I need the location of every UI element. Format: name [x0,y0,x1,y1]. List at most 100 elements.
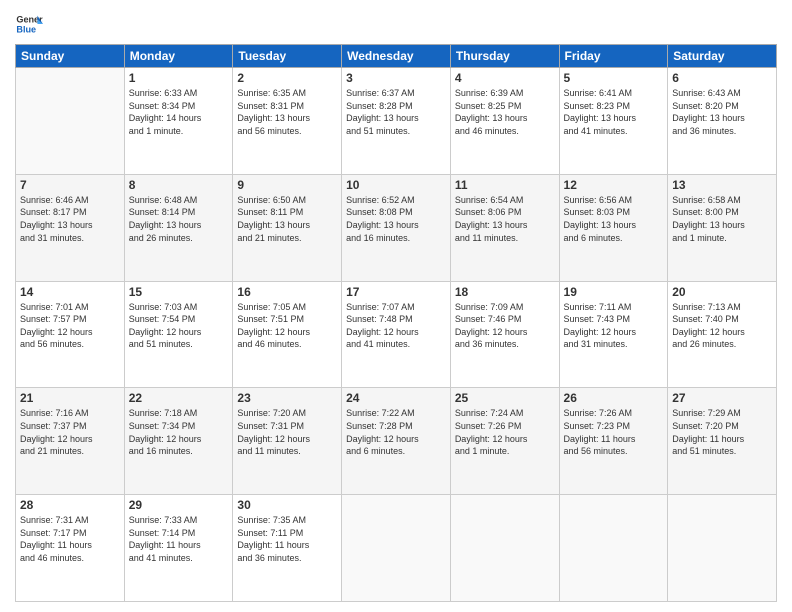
calendar-cell: 6 Sunrise: 6:43 AM Sunset: 8:20 PM Daylig… [668,68,777,175]
calendar-cell: 15 Sunrise: 7:03 AM Sunset: 7:54 PM Dayli… [124,281,233,388]
week-row-4: 21 Sunrise: 7:16 AM Sunset: 7:37 PM Dayli… [16,388,777,495]
day-number: 8 [129,178,229,192]
weekday-header-wednesday: Wednesday [342,45,451,68]
day-number: 15 [129,285,229,299]
day-info: Sunrise: 7:22 AM Sunset: 7:28 PM Dayligh… [346,407,446,457]
calendar-cell: 25 Sunrise: 7:24 AM Sunset: 7:26 PM Dayli… [450,388,559,495]
calendar-cell: 2 Sunrise: 6:35 AM Sunset: 8:31 PM Daylig… [233,68,342,175]
day-number: 29 [129,498,229,512]
calendar-cell: 13Sunrise: 6:58 AM Sunset: 8:00 PM Dayli… [668,174,777,281]
day-info: Sunrise: 7:07 AM Sunset: 7:48 PM Dayligh… [346,301,446,351]
page: General Blue SundayMondayTuesdayWednesda… [0,0,792,612]
day-info: Sunrise: 7:24 AM Sunset: 7:26 PM Dayligh… [455,407,555,457]
calendar-cell [450,495,559,602]
calendar-cell [16,68,125,175]
day-info: Sunrise: 7:35 AM Sunset: 7:11 PM Dayligh… [237,514,337,564]
calendar-cell: 3 Sunrise: 6:37 AM Sunset: 8:28 PM Daylig… [342,68,451,175]
calendar-cell: 9 Sunrise: 6:50 AM Sunset: 8:11 PM Daylig… [233,174,342,281]
calendar-cell: 8 Sunrise: 6:48 AM Sunset: 8:14 PM Daylig… [124,174,233,281]
day-info: Sunrise: 6:39 AM Sunset: 8:25 PM Dayligh… [455,87,555,137]
day-info: Sunrise: 6:35 AM Sunset: 8:31 PM Dayligh… [237,87,337,137]
week-row-5: 28Sunrise: 7:31 AM Sunset: 7:17 PM Dayli… [16,495,777,602]
week-row-3: 14Sunrise: 7:01 AM Sunset: 7:57 PM Dayli… [16,281,777,388]
calendar-cell: 29 Sunrise: 7:33 AM Sunset: 7:14 PM Dayli… [124,495,233,602]
calendar-cell: 10 Sunrise: 6:52 AM Sunset: 8:08 PM Dayli… [342,174,451,281]
day-number: 28 [20,498,120,512]
calendar-cell: 19 Sunrise: 7:11 AM Sunset: 7:43 PM Dayli… [559,281,668,388]
day-info: Sunrise: 7:18 AM Sunset: 7:34 PM Dayligh… [129,407,229,457]
day-number: 2 [237,71,337,85]
calendar-cell [342,495,451,602]
day-number: 12 [564,178,664,192]
weekday-header-thursday: Thursday [450,45,559,68]
day-info: Sunrise: 7:16 AM Sunset: 7:37 PM Dayligh… [20,407,120,457]
day-info: Sunrise: 6:48 AM Sunset: 8:14 PM Dayligh… [129,194,229,244]
calendar-cell: 11 Sunrise: 6:54 AM Sunset: 8:06 PM Dayli… [450,174,559,281]
day-info: Sunrise: 7:05 AM Sunset: 7:51 PM Dayligh… [237,301,337,351]
day-info: Sunrise: 7:33 AM Sunset: 7:14 PM Dayligh… [129,514,229,564]
day-number: 22 [129,391,229,405]
calendar-cell: 30 Sunrise: 7:35 AM Sunset: 7:11 PM Dayli… [233,495,342,602]
header: General Blue [15,10,777,38]
day-number: 9 [237,178,337,192]
day-number: 4 [455,71,555,85]
day-info: Sunrise: 7:11 AM Sunset: 7:43 PM Dayligh… [564,301,664,351]
week-row-1: 1Sunrise: 6:33 AM Sunset: 8:34 PM Daylig… [16,68,777,175]
calendar-cell: 16 Sunrise: 7:05 AM Sunset: 7:51 PM Dayli… [233,281,342,388]
day-info: Sunrise: 6:52 AM Sunset: 8:08 PM Dayligh… [346,194,446,244]
calendar-cell: 12 Sunrise: 6:56 AM Sunset: 8:03 PM Dayli… [559,174,668,281]
calendar-cell: 7 Sunrise: 6:46 AM Sunset: 8:17 PM Daylig… [16,174,125,281]
day-number: 20 [672,285,772,299]
day-number: 27 [672,391,772,405]
day-number: 3 [346,71,446,85]
day-info: Sunrise: 6:46 AM Sunset: 8:17 PM Dayligh… [20,194,120,244]
day-info: Sunrise: 7:03 AM Sunset: 7:54 PM Dayligh… [129,301,229,351]
day-info: Sunrise: 6:50 AM Sunset: 8:11 PM Dayligh… [237,194,337,244]
day-number: 6 [672,71,772,85]
svg-text:Blue: Blue [16,24,36,34]
day-info: Sunrise: 7:29 AM Sunset: 7:20 PM Dayligh… [672,407,772,457]
day-info: Sunrise: 6:54 AM Sunset: 8:06 PM Dayligh… [455,194,555,244]
calendar-cell: 17Sunrise: 7:07 AM Sunset: 7:48 PM Dayli… [342,281,451,388]
day-number: 25 [455,391,555,405]
weekday-header-row: SundayMondayTuesdayWednesdayThursdayFrid… [16,45,777,68]
calendar-cell: 1Sunrise: 6:33 AM Sunset: 8:34 PM Daylig… [124,68,233,175]
day-number: 7 [20,178,120,192]
weekday-header-saturday: Saturday [668,45,777,68]
weekday-header-sunday: Sunday [16,45,125,68]
calendar-cell [559,495,668,602]
day-info: Sunrise: 6:41 AM Sunset: 8:23 PM Dayligh… [564,87,664,137]
day-number: 21 [20,391,120,405]
day-number: 24 [346,391,446,405]
day-info: Sunrise: 7:13 AM Sunset: 7:40 PM Dayligh… [672,301,772,351]
day-number: 16 [237,285,337,299]
calendar-cell: 21 Sunrise: 7:16 AM Sunset: 7:37 PM Dayli… [16,388,125,495]
day-info: Sunrise: 6:56 AM Sunset: 8:03 PM Dayligh… [564,194,664,244]
day-number: 19 [564,285,664,299]
day-info: Sunrise: 6:43 AM Sunset: 8:20 PM Dayligh… [672,87,772,137]
weekday-header-monday: Monday [124,45,233,68]
calendar-cell: 26 Sunrise: 7:26 AM Sunset: 7:23 PM Dayli… [559,388,668,495]
calendar-cell: 20 Sunrise: 7:13 AM Sunset: 7:40 PM Dayli… [668,281,777,388]
day-info: Sunrise: 7:01 AM Sunset: 7:57 PM Dayligh… [20,301,120,351]
calendar-table: SundayMondayTuesdayWednesdayThursdayFrid… [15,44,777,602]
calendar-cell: 23Sunrise: 7:20 AM Sunset: 7:31 PM Dayli… [233,388,342,495]
calendar-cell: 5 Sunrise: 6:41 AM Sunset: 8:23 PM Daylig… [559,68,668,175]
day-number: 1 [129,71,229,85]
day-number: 10 [346,178,446,192]
calendar-cell: 24 Sunrise: 7:22 AM Sunset: 7:28 PM Dayli… [342,388,451,495]
logo-icon: General Blue [15,10,43,38]
day-info: Sunrise: 6:37 AM Sunset: 8:28 PM Dayligh… [346,87,446,137]
day-number: 11 [455,178,555,192]
day-info: Sunrise: 7:09 AM Sunset: 7:46 PM Dayligh… [455,301,555,351]
day-info: Sunrise: 6:58 AM Sunset: 8:00 PM Dayligh… [672,194,772,244]
day-number: 5 [564,71,664,85]
calendar-cell: 22 Sunrise: 7:18 AM Sunset: 7:34 PM Dayli… [124,388,233,495]
calendar-cell [668,495,777,602]
day-number: 30 [237,498,337,512]
day-number: 26 [564,391,664,405]
calendar-cell: 4 Sunrise: 6:39 AM Sunset: 8:25 PM Daylig… [450,68,559,175]
weekday-header-tuesday: Tuesday [233,45,342,68]
day-info: Sunrise: 7:26 AM Sunset: 7:23 PM Dayligh… [564,407,664,457]
calendar-cell: 14Sunrise: 7:01 AM Sunset: 7:57 PM Dayli… [16,281,125,388]
